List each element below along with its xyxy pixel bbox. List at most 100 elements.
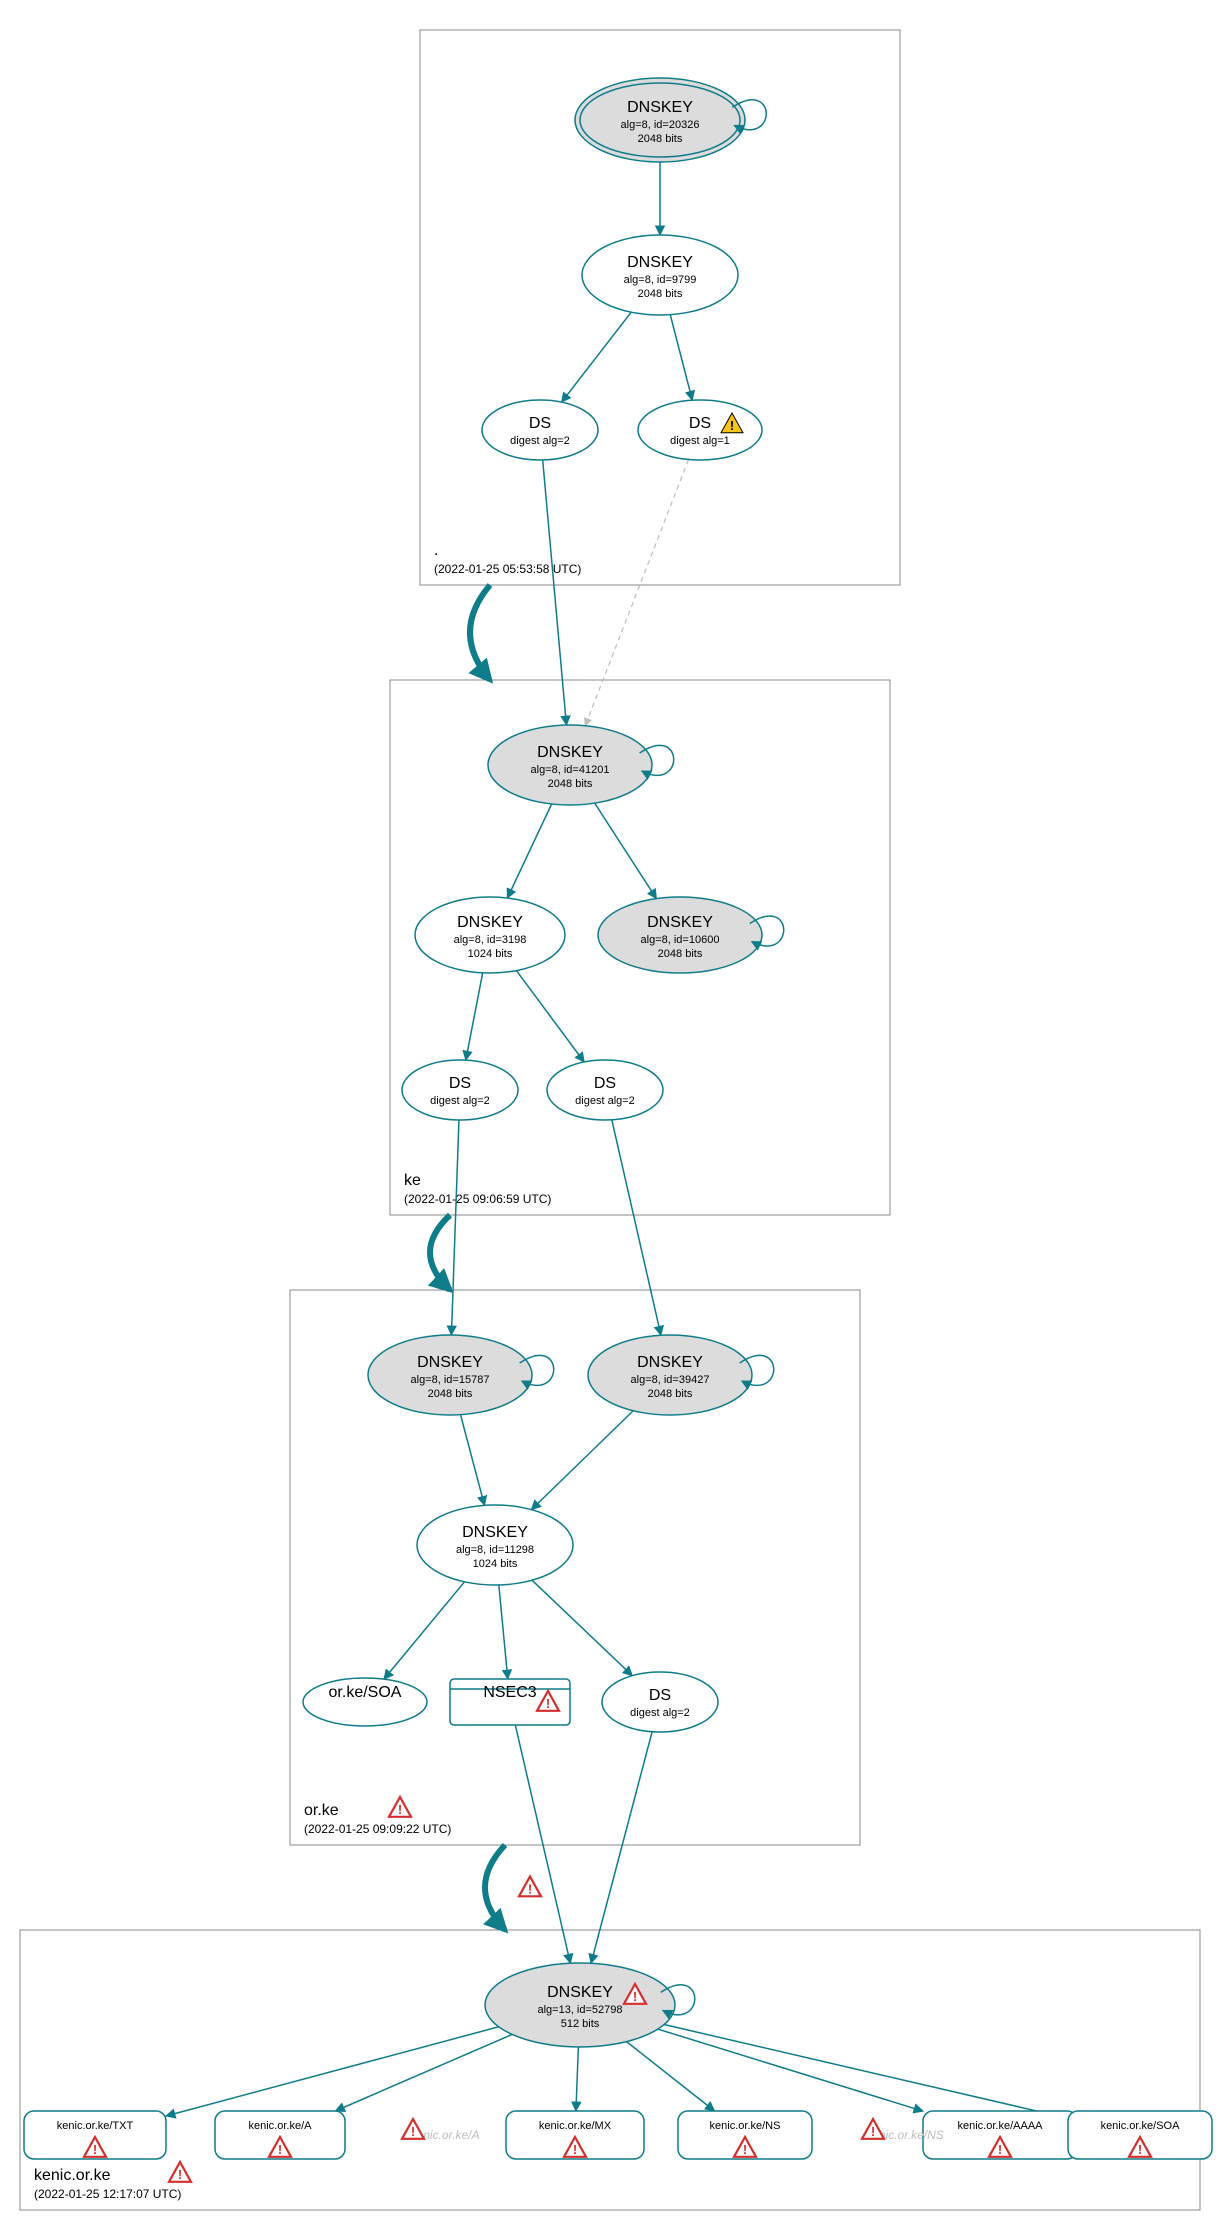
- svg-text:!: !: [573, 2142, 577, 2157]
- node-title: kenic.or.ke/NS: [710, 2120, 781, 2132]
- edge-ke_ksk-to-ke_zsk2: [595, 803, 657, 898]
- node-orke_ksk_a: DNSKEY alg=8, id=15787 2048 bits: [368, 1335, 554, 1415]
- node-bits: 1024 bits: [468, 948, 513, 960]
- node-root_ds2: DS digest alg=2: [482, 400, 598, 460]
- node-title: DNSKEY: [547, 1984, 613, 2001]
- node-subtitle: alg=8, id=15787: [411, 1374, 490, 1386]
- dnssec-chain-diagram: ! DNSKEY alg=8, id=20326 2048 bits DNSKEY al…: [0, 0, 1219, 2232]
- node-subtitle: alg=8, id=20326: [621, 119, 700, 131]
- zone-name-ke: ke: [404, 1172, 421, 1189]
- node-title: DNSKEY: [417, 1354, 483, 1371]
- edge-kenic_dnskey-to-rr_txt: [166, 2027, 499, 2116]
- node-title: kenic.or.ke/SOA: [1101, 2120, 1181, 2132]
- node-subtitle: alg=13, id=52798: [537, 2004, 622, 2016]
- edge-root_zsk-to-root_ds1: [670, 315, 692, 401]
- zone-name-orke: or.ke: [304, 1802, 339, 1819]
- node-bits: 2048 bits: [658, 948, 703, 960]
- svg-text:!: !: [1138, 2142, 1142, 2157]
- node-title: or.ke/SOA: [329, 1684, 402, 1701]
- node-title: DNSKEY: [637, 1354, 703, 1371]
- node-subtitle: digest alg=2: [430, 1095, 490, 1107]
- node-orke_ksk_b: DNSKEYalg=8, id=394272048 bits: [588, 1335, 774, 1415]
- zone-timestamp-root: (2022-01-25 05:53:58 UTC): [434, 562, 581, 576]
- node-title: DNSKEY: [537, 744, 603, 761]
- node-bits: 2048 bits: [428, 1388, 473, 1400]
- node-subtitle: alg=8, id=41201: [531, 764, 610, 776]
- node-title: kenic.or.ke/AAAA: [958, 2120, 1044, 2132]
- node-rr_ns: kenic.or.ke/NS!: [678, 2111, 812, 2159]
- edge-root_zsk-to-root_ds2: [562, 312, 632, 402]
- node-bits: 512 bits: [561, 2018, 600, 2030]
- node-subtitle: alg=8, id=39427: [631, 1374, 710, 1386]
- node-title: DS: [449, 1075, 471, 1092]
- node-rr_a: kenic.or.ke/A!: [215, 2111, 345, 2159]
- edge-orke_ksk_a-to-orke_zsk: [461, 1415, 485, 1506]
- svg-text:!: !: [93, 2142, 97, 2157]
- node-rr_mx: kenic.or.ke/MX!: [506, 2111, 644, 2159]
- node-title: DNSKEY: [457, 914, 523, 931]
- node-subtitle: digest alg=2: [575, 1095, 635, 1107]
- node-title: DNSKEY: [627, 99, 693, 116]
- edge-kenic_dnskey-to-rr_mx: [576, 2047, 578, 2111]
- node-ke_zsk1: DNSKEY alg=8, id=3198 1024 bits: [415, 897, 565, 973]
- zone-delegation-arrow: [485, 1845, 505, 1930]
- node-kenic_dnskey: DNSKEY alg=13, id=52798 512 bits!: [485, 1963, 695, 2047]
- node-bits: 2048 bits: [548, 778, 593, 790]
- node-bits: 1024 bits: [473, 1558, 518, 1570]
- node-subtitle: digest alg=2: [630, 1707, 690, 1719]
- svg-text:!: !: [633, 1989, 637, 2004]
- svg-text:!: !: [871, 2124, 875, 2139]
- node-subtitle: alg=8, id=3198: [454, 934, 527, 946]
- node-subtitle: digest alg=2: [510, 435, 570, 447]
- node-title: DS: [649, 1687, 671, 1704]
- node-title: DNSKEY: [647, 914, 713, 931]
- svg-text:!: !: [546, 1696, 550, 1711]
- zone-delegation-arrow: [430, 1215, 450, 1290]
- edge-orke_ds-to-kenic_dnskey: [591, 1732, 652, 1964]
- zone-name-root: .: [434, 542, 438, 559]
- edge-orke_zsk-to-orke_soa: [384, 1582, 465, 1679]
- node-title: kenic.or.ke/MX: [539, 2120, 612, 2132]
- edge-ke_ds_b-to-orke_ksk_b: [612, 1120, 661, 1335]
- edge-kenic_dnskey-to-rr_ns: [626, 2042, 714, 2111]
- node-title: DS: [529, 415, 551, 432]
- node-orke_ds: DS digest alg=2: [602, 1672, 718, 1732]
- node-bits: 2048 bits: [638, 288, 683, 300]
- zone-delegation-arrow: [470, 585, 490, 680]
- node-title: kenic.or.ke/TXT: [57, 2120, 134, 2132]
- node-root_zsk: DNSKEY alg=8, id=9799 2048 bits: [582, 235, 738, 315]
- edge-orke_zsk-to-orke_nsec3: [499, 1585, 508, 1679]
- edge-ke_zsk1-to-ke_ds_b: [516, 971, 584, 1062]
- svg-text:!: !: [730, 418, 734, 433]
- node-ke_zsk2: DNSKEY alg=8, id=10600 2048 bits: [598, 897, 784, 973]
- svg-text:!: !: [411, 2124, 415, 2139]
- node-rr_soa: kenic.or.ke/SOA!: [1068, 2111, 1212, 2159]
- edge-ke_ds_a-to-orke_ksk_a: [451, 1120, 459, 1335]
- node-ke_ksk: DNSKEY alg=8, id=41201 2048 bits: [488, 725, 674, 805]
- edge-orke_nsec3-to-kenic_dnskey: [515, 1725, 570, 1963]
- node-subtitle: alg=8, id=11298: [456, 1544, 534, 1556]
- node-subtitle: alg=8, id=10600: [641, 934, 720, 946]
- edge-kenic_dnskey-to-rr_a: [335, 2034, 512, 2111]
- edge-ke_ksk-to-ke_zsk1: [507, 804, 551, 898]
- node-subtitle: alg=8, id=9799: [624, 274, 697, 286]
- svg-text:!: !: [278, 2142, 282, 2157]
- node-orke_zsk: DNSKEYalg=8, id=112981024 bits: [417, 1505, 573, 1585]
- node-orke_nsec3: NSEC3!: [450, 1679, 570, 1725]
- node-ke_ds_a: DS digest alg=2: [402, 1060, 518, 1120]
- node-title: DNSKEY: [627, 254, 693, 271]
- node-bits: 2048 bits: [638, 133, 683, 145]
- zone-timestamp-orke: (2022-01-25 09:09:22 UTC): [304, 1822, 451, 1836]
- node-root_ksk: DNSKEY alg=8, id=20326 2048 bits: [575, 78, 766, 162]
- node-title: kenic.or.ke/A: [249, 2120, 313, 2132]
- node-rr_aaaa: kenic.or.ke/AAAA!: [923, 2111, 1077, 2159]
- edge-orke_zsk-to-orke_ds: [532, 1580, 632, 1675]
- node-orke_soa: or.ke/SOA: [303, 1678, 427, 1726]
- svg-text:!: !: [398, 1802, 402, 1817]
- zone-timestamp-ke: (2022-01-25 09:06:59 UTC): [404, 1192, 551, 1206]
- node-ke_ds_b: DSdigest alg=2: [547, 1060, 663, 1120]
- edge-orke_ksk_b-to-orke_zsk: [531, 1411, 633, 1510]
- edge-root_ds1-to-ke_ksk: [585, 459, 688, 725]
- error-icon: !: [519, 1877, 541, 1897]
- svg-text:!: !: [178, 2167, 182, 2182]
